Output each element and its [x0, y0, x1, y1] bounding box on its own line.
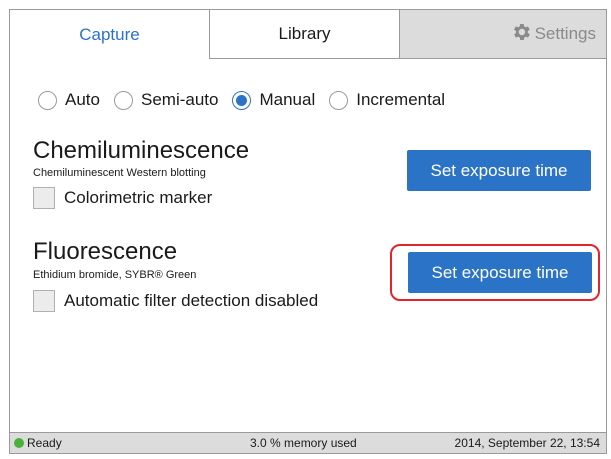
tab-bar: Capture Library Settings — [10, 10, 606, 59]
radio-circle — [113, 90, 133, 110]
tab-library[interactable]: Library — [210, 10, 400, 58]
datetime-text: 2014, September 22, 13:54 — [454, 436, 600, 450]
fluorescence-title: Fluorescence — [33, 238, 178, 265]
fluorescence-set-exposure-button[interactable]: Set exposure time — [408, 252, 592, 293]
radio-circle — [329, 90, 349, 110]
radio-incremental[interactable]: Incremental — [329, 90, 445, 110]
chemiluminescence-set-exposure-label: Set exposure time — [430, 160, 568, 180]
mode-radio-group: Auto Semi-auto Manual Incremental — [38, 90, 459, 110]
radio-manual-label: Manual — [259, 90, 316, 109]
radio-manual[interactable]: Manual — [232, 90, 315, 110]
tab-capture-label: Capture — [79, 24, 140, 44]
colorimetric-marker-checkbox[interactable]: Colorimetric marker — [33, 187, 212, 209]
tab-capture[interactable]: Capture — [10, 10, 210, 59]
fluorescence-subtitle: Ethidium bromide, SYBR® Green — [33, 269, 197, 281]
radio-incremental-label: Incremental — [356, 90, 446, 109]
tab-library-label: Library — [278, 24, 331, 43]
colorimetric-marker-label: Colorimetric marker — [64, 188, 213, 207]
tab-settings[interactable]: Settings — [400, 10, 608, 58]
radio-auto[interactable]: Auto — [38, 90, 100, 110]
memory-usage-text: 3.0 % memory used — [250, 436, 357, 450]
chemiluminescence-set-exposure-button[interactable]: Set exposure time — [407, 150, 591, 191]
app-window: Capture Library Settings Auto Semi-auto … — [9, 9, 607, 454]
chemiluminescence-subtitle: Chemiluminescent Western blotting — [33, 167, 206, 179]
radio-circle-selected — [232, 90, 252, 110]
radio-circle — [38, 90, 57, 110]
radio-semi-auto[interactable]: Semi-auto — [113, 90, 219, 110]
status-ready-icon — [14, 438, 24, 448]
gear-icon — [510, 21, 532, 48]
checkbox-box — [33, 187, 55, 209]
tab-settings-label: Settings — [534, 24, 596, 43]
chemiluminescence-title: Chemiluminescence — [33, 137, 250, 164]
status-ready-text: Ready — [27, 436, 62, 450]
checkbox-box — [33, 290, 55, 312]
status-bar: Ready 3.0 % memory used 2014, September … — [10, 432, 606, 453]
fluorescence-set-exposure-label: Set exposure time — [431, 262, 569, 282]
radio-semi-auto-label: Semi-auto — [140, 90, 219, 109]
automatic-filter-label: Automatic filter detection disabled — [64, 291, 319, 310]
automatic-filter-checkbox[interactable]: Automatic filter detection disabled — [33, 290, 318, 312]
radio-auto-label: Auto — [65, 90, 100, 109]
